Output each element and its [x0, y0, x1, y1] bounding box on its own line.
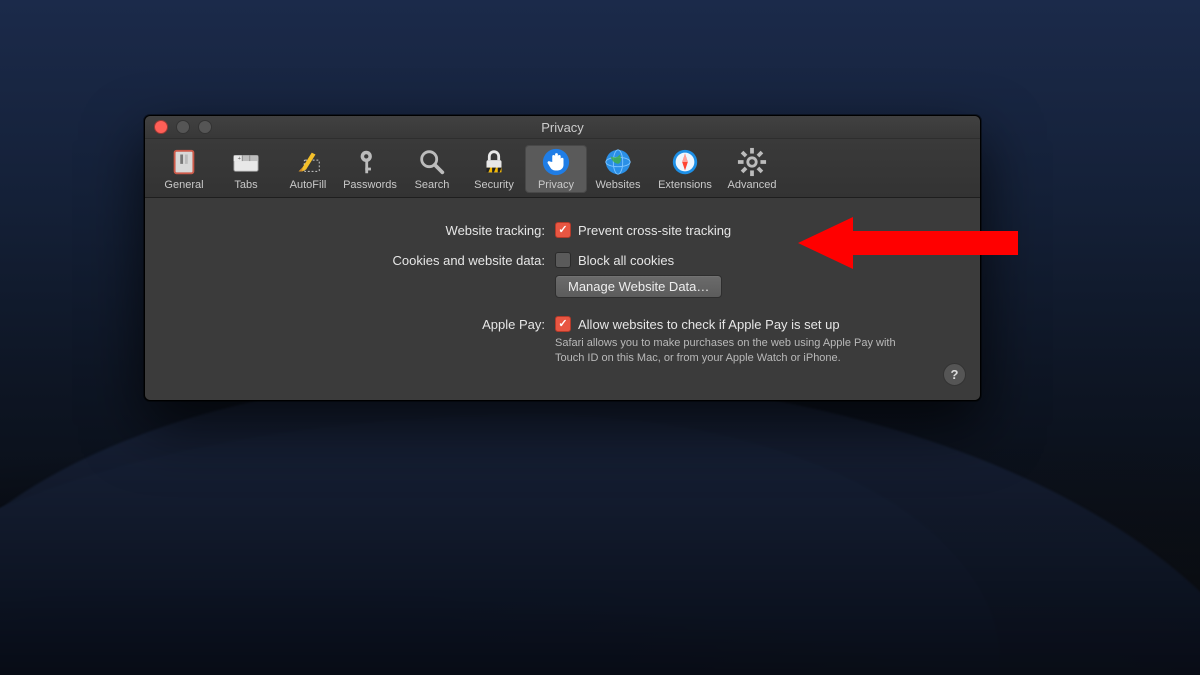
compass-icon [670, 147, 700, 177]
tab-websites[interactable]: Websites [587, 145, 649, 193]
desktop-background: Privacy General + Tabs AutoFill [0, 0, 1200, 675]
preferences-toolbar: General + Tabs AutoFill Passwords [145, 139, 980, 198]
tab-label: Search [415, 179, 450, 191]
desktop-dune-front [0, 375, 1200, 675]
tab-advanced[interactable]: Advanced [721, 145, 783, 193]
key-icon [355, 147, 385, 177]
checkbox-block-all-cookies[interactable]: Block all cookies [555, 252, 910, 268]
label-apple-pay: Apple Pay: [175, 316, 555, 332]
tab-extensions[interactable]: Extensions [649, 145, 721, 193]
checkbox-label: Block all cookies [578, 253, 674, 268]
pencil-form-icon [293, 147, 323, 177]
tab-tabs[interactable]: + Tabs [215, 145, 277, 193]
svg-text:+: + [238, 156, 241, 162]
window-title: Privacy [145, 120, 980, 135]
checkbox-box [555, 252, 571, 268]
tab-privacy[interactable]: Privacy [525, 145, 587, 193]
tab-label: Security [474, 179, 514, 191]
tab-label: Advanced [728, 179, 777, 191]
tab-label: Extensions [658, 179, 712, 191]
label-cookies: Cookies and website data: [175, 252, 555, 268]
checkbox-apple-pay[interactable]: Allow websites to check if Apple Pay is … [555, 316, 910, 332]
magnifier-icon [417, 147, 447, 177]
tab-passwords[interactable]: Passwords [339, 145, 401, 193]
row-apple-pay: Apple Pay: Allow websites to check if Ap… [175, 316, 910, 366]
checkbox-box [555, 222, 571, 238]
help-button[interactable]: ? [943, 363, 966, 386]
tab-label: Websites [595, 179, 640, 191]
privacy-pane: Website tracking: Prevent cross-site tra… [145, 198, 980, 400]
checkbox-label: Allow websites to check if Apple Pay is … [578, 317, 840, 332]
checkbox-prevent-cross-site-tracking[interactable]: Prevent cross-site tracking [555, 222, 910, 238]
apple-pay-description: Safari allows you to make purchases on t… [555, 336, 910, 366]
tab-autofill[interactable]: AutoFill [277, 145, 339, 193]
hand-icon [541, 147, 571, 177]
row-cookies: Cookies and website data: Block all cook… [175, 252, 910, 298]
globe-icon [603, 147, 633, 177]
row-website-tracking: Website tracking: Prevent cross-site tra… [175, 222, 910, 242]
gear-icon [737, 147, 767, 177]
tab-label: Passwords [343, 179, 397, 191]
checkbox-label: Prevent cross-site tracking [578, 223, 731, 238]
question-mark-icon: ? [951, 367, 959, 382]
lock-icon [479, 147, 509, 177]
tab-general[interactable]: General [153, 145, 215, 193]
switch-icon [169, 147, 199, 177]
tab-label: AutoFill [290, 179, 327, 191]
checkbox-box [555, 316, 571, 332]
window-titlebar[interactable]: Privacy [145, 116, 980, 139]
tab-search[interactable]: Search [401, 145, 463, 193]
preferences-window: Privacy General + Tabs AutoFill [144, 115, 981, 401]
tab-security[interactable]: Security [463, 145, 525, 193]
tabs-icon: + [231, 147, 261, 177]
manage-website-data-button[interactable]: Manage Website Data… [555, 275, 722, 298]
tab-label: General [164, 179, 203, 191]
tab-label: Privacy [538, 179, 574, 191]
tab-label: Tabs [234, 179, 257, 191]
label-website-tracking: Website tracking: [175, 222, 555, 238]
